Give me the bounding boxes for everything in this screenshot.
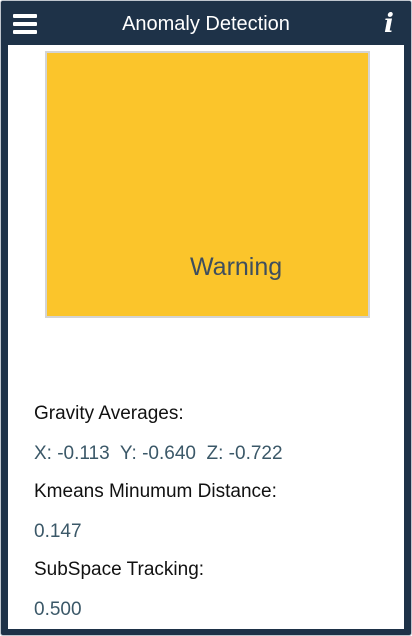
subspace-tracking-value: 0.500 [34, 599, 82, 620]
page-title: Anomaly Detection [122, 13, 290, 35]
app-window: Anomaly Detection i Warning Gravity Aver… [0, 0, 412, 636]
app-bar: Anomaly Detection i [1, 1, 411, 45]
anomaly-status-text: Warning [190, 253, 283, 281]
hamburger-menu-icon[interactable] [13, 14, 37, 34]
menu-bar-top [13, 14, 37, 18]
kmeans-distance-value: 0.147 [34, 521, 82, 542]
main-content: Warning Gravity Averages: X: -0.113 Y: -… [8, 45, 404, 629]
subspace-tracking-label: SubSpace Tracking: [34, 559, 205, 580]
menu-bar-middle [13, 22, 37, 26]
info-icon[interactable]: i [381, 5, 397, 41]
kmeans-distance-label: Kmeans Minumum Distance: [34, 481, 277, 502]
menu-bar-bottom [13, 30, 37, 34]
gravity-averages-label: Gravity Averages: [34, 403, 184, 424]
gravity-averages-value: X: -0.113 Y: -0.640 Z: -0.722 [34, 443, 283, 464]
anomaly-status-panel: Warning [45, 51, 370, 318]
